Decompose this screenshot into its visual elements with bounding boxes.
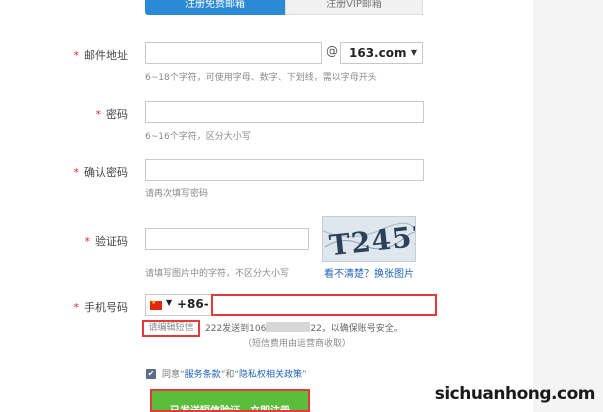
edit-sms-button[interactable]: 请编辑短信 — [142, 320, 200, 337]
email-hint: 6~18个字符，可使用字母、数字、下划线，需以字母开头 — [145, 73, 377, 83]
email-label: * 邮件地址 — [74, 47, 129, 63]
country-code-select[interactable]: ★ ▼ +86- — [145, 294, 213, 316]
register-tabs: 注册免费邮箱 注册VIP邮箱 — [145, 0, 423, 15]
password-input[interactable] — [145, 101, 424, 123]
email-domain-value: 163.com — [349, 46, 407, 60]
chevron-down-icon: ▼ — [166, 298, 173, 307]
tab-vip-mailbox[interactable]: 注册VIP邮箱 — [285, 0, 423, 15]
sms-instruction: 222发送到106 22，以确保账号安全。 — [205, 321, 403, 334]
privacy-policy-link[interactable]: 隐私权相关政策 — [239, 370, 302, 380]
captcha-label-text: 验证码 — [95, 235, 128, 248]
captcha-graphic: T2452 — [323, 217, 415, 261]
agreement-prefix: 同意“ — [162, 370, 185, 380]
check-icon: ✔ — [147, 369, 155, 378]
agreement-text: 同意“服务条款”和“隐私权相关政策” — [162, 367, 307, 380]
agreement-middle: ”和“ — [220, 370, 240, 380]
captcha-image[interactable]: T2452 — [322, 216, 416, 262]
required-mark: * — [84, 235, 91, 248]
confirm-password-hint: 请再次填写密码 — [145, 189, 209, 199]
country-code: +86- — [177, 297, 209, 311]
china-flag-icon: ★ — [150, 299, 162, 310]
confirm-password-input[interactable] — [145, 159, 424, 181]
captcha-label: * 验证码 — [85, 233, 129, 249]
masked-number — [266, 322, 311, 332]
password-label: * 密码 — [96, 106, 129, 122]
phone-number-input[interactable] — [211, 294, 437, 316]
required-mark: * — [73, 49, 80, 62]
chevron-down-icon: ▼ — [410, 48, 417, 57]
sms-instruction-end: 22，以确保账号安全。 — [310, 324, 403, 334]
password-hint: 6~16个字符，区分大小写 — [145, 132, 251, 142]
at-sign: @ — [326, 44, 338, 58]
right-side-panel — [533, 0, 603, 412]
captcha-input[interactable] — [145, 228, 309, 250]
captcha-hint: 请填写图片中的字符，不区分大小写 — [145, 269, 290, 279]
tab-free-mailbox[interactable]: 注册免费邮箱 — [145, 0, 285, 15]
phone-label: * 手机号码 — [74, 299, 129, 315]
required-mark: * — [73, 166, 80, 179]
agreement-suffix: ” — [302, 370, 307, 380]
required-mark: * — [95, 108, 102, 121]
password-label-text: 密码 — [106, 108, 128, 121]
captcha-refresh-link[interactable]: 看不清楚？换张图片 — [324, 265, 414, 280]
required-mark: * — [73, 301, 80, 314]
sms-instruction-start: 222发送到106 — [205, 324, 267, 334]
terms-of-service-link[interactable]: 服务条款 — [185, 370, 221, 380]
confirm-password-label-text: 确认密码 — [84, 166, 128, 179]
register-submit-button[interactable]: 已发送短信验证，立即注册 — [152, 391, 308, 410]
submit-highlight: 已发送短信验证，立即注册 — [150, 389, 310, 412]
agree-checkbox[interactable]: ✔ — [146, 369, 156, 379]
confirm-password-label: * 确认密码 — [74, 164, 129, 180]
phone-label-text: 手机号码 — [84, 301, 128, 314]
watermark: sichuanhong.com — [434, 384, 596, 404]
email-input[interactable] — [145, 42, 322, 64]
sms-fee-note: （短信费用由运营商收取） — [243, 339, 352, 349]
star-icon: ★ — [151, 299, 157, 306]
email-label-text: 邮件地址 — [84, 49, 128, 62]
email-domain-select[interactable]: 163.com ▼ — [340, 42, 423, 64]
